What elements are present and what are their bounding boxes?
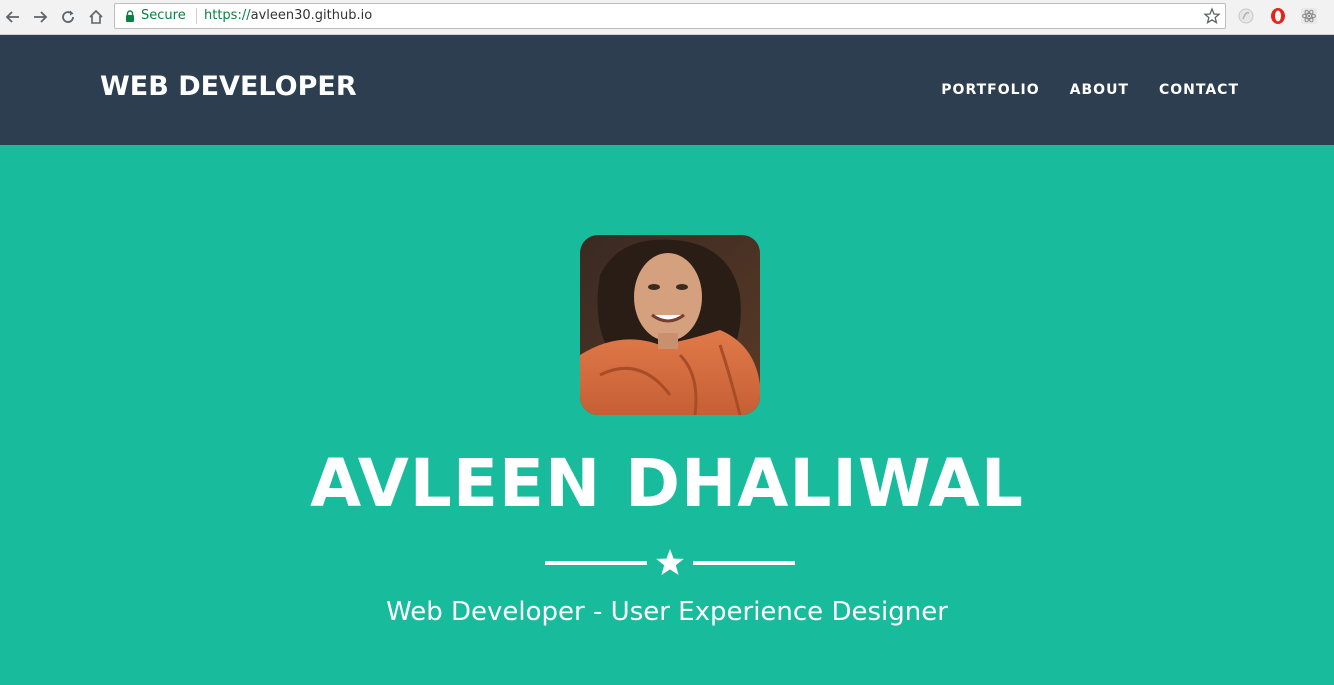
reload-button[interactable] [57, 6, 79, 28]
hero-header: AVLEEN DHALIWAL Web Developer - User Exp… [0, 145, 1334, 685]
star-icon [656, 549, 684, 575]
profile-photo-image [580, 235, 760, 415]
extension-leaf-icon[interactable] [1237, 7, 1255, 25]
arrow-right-icon [34, 11, 48, 23]
omnibox-separator [196, 8, 197, 24]
reload-icon [62, 10, 74, 23]
bookmark-star-icon[interactable] [1203, 7, 1221, 25]
lock-icon [126, 10, 134, 22]
nav-link-contact[interactable]: CONTACT [1159, 82, 1239, 98]
url-host: avleen30.github.io [250, 8, 373, 23]
divider-line-left [545, 561, 647, 565]
nav-menu: PORTFOLIO ABOUT CONTACT [941, 82, 1239, 98]
arrow-left-icon [5, 11, 19, 23]
secure-label: Secure [141, 8, 186, 23]
star-divider [545, 549, 795, 575]
nav-link-about[interactable]: ABOUT [1070, 82, 1129, 98]
hero-tagline: Web Developer - User Experience Designer [386, 597, 948, 627]
react-devtools-icon[interactable] [1300, 7, 1318, 25]
url-text[interactable]: https://avleen30.github.io [204, 8, 372, 23]
divider-line-right [693, 561, 795, 565]
address-bar[interactable]: Secure https://avleen30.github.io [114, 3, 1226, 29]
profile-photo [580, 235, 760, 415]
forward-button[interactable] [29, 6, 51, 28]
nav-link-portfolio[interactable]: PORTFOLIO [941, 82, 1039, 98]
url-scheme: https:// [204, 8, 251, 23]
brand-logo[interactable]: WEB DEVELOPER [100, 71, 357, 102]
opera-icon[interactable] [1269, 7, 1287, 25]
home-button[interactable] [85, 6, 107, 28]
hero-name: AVLEEN DHALIWAL [310, 445, 1024, 522]
home-icon [89, 9, 103, 24]
browser-toolbar: Secure https://avleen30.github.io [0, 0, 1334, 35]
back-button[interactable] [2, 6, 24, 28]
site-navbar: WEB DEVELOPER PORTFOLIO ABOUT CONTACT [0, 35, 1334, 145]
